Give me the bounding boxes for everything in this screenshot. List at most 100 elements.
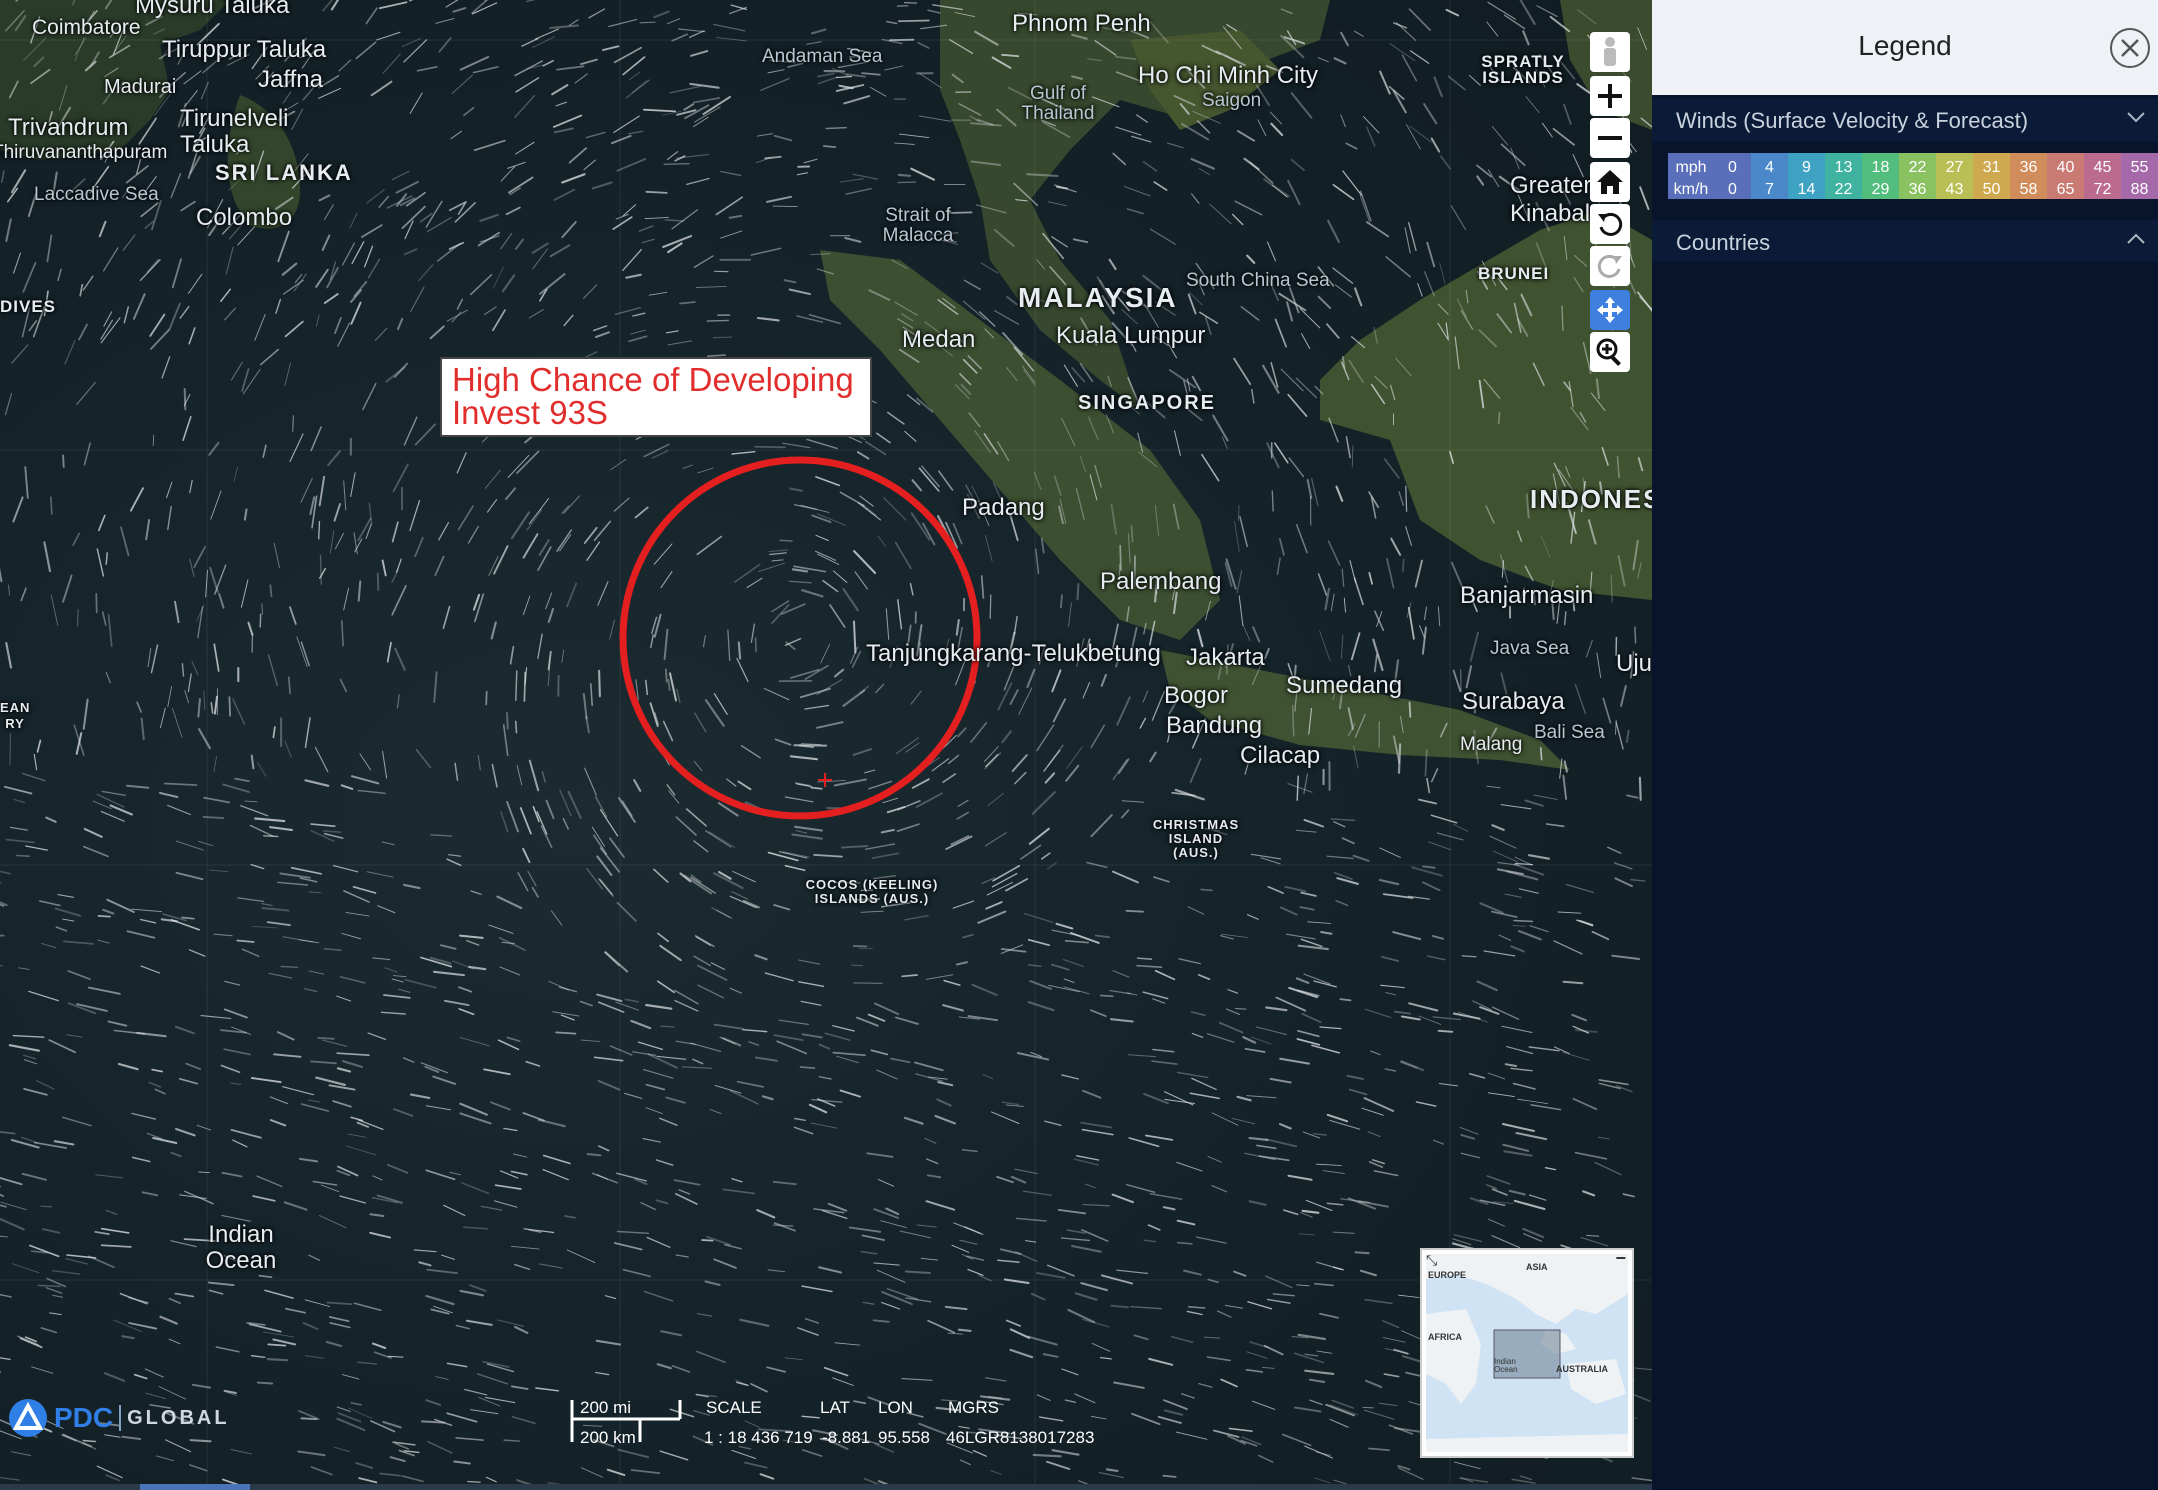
wind-streak	[208, 1289, 224, 1295]
place-label: Madurai	[104, 76, 177, 98]
wind-streak	[1027, 938, 1051, 947]
overview-collapse-button[interactable]: −	[1615, 1248, 1626, 1269]
wind-streak	[1437, 606, 1441, 627]
wind-streak	[983, 746, 999, 763]
wind-streak	[391, 568, 399, 583]
wind-streak	[528, 497, 550, 525]
wind-streak	[1405, 485, 1408, 512]
wind-streak	[942, 1004, 964, 1012]
wind-streak	[168, 1338, 181, 1345]
wind-streak	[1432, 935, 1445, 940]
wind-streak	[843, 95, 871, 105]
wind-streak	[472, 66, 499, 74]
crosshair-marker	[818, 773, 832, 787]
zoom-out-button[interactable]	[1590, 118, 1630, 158]
wind-streak	[341, 932, 362, 940]
wind-streak	[1139, 717, 1147, 729]
place-label: Jaffna	[258, 66, 323, 93]
redo-view-button[interactable]	[1590, 246, 1630, 286]
overview-map[interactable]: EUROPE ASIA AFRICA Indian Ocean AUSTRALI…	[1420, 1248, 1634, 1458]
storm-highlight-circle	[619, 456, 981, 820]
wind-streak	[729, 987, 742, 994]
wind-streak	[1402, 558, 1405, 573]
wind-streak	[105, 672, 111, 684]
map-view[interactable]: Mysuru Taluka Coimbatore Tiruppur Taluka…	[0, 0, 1652, 1490]
bottom-tab-indicator[interactable]	[140, 1484, 250, 1490]
wind-streak	[261, 603, 264, 615]
wind-streak	[488, 924, 514, 934]
wind-streak	[1363, 1409, 1395, 1420]
wind-streak	[1240, 306, 1260, 321]
overview-label: AFRICA	[1428, 1332, 1462, 1342]
wind-streak	[178, 1077, 199, 1085]
wind-streak	[1423, 606, 1428, 621]
wind-streak	[1611, 954, 1641, 960]
wind-streak	[713, 1023, 744, 1030]
wind-streak	[1542, 122, 1553, 138]
wind-streak	[764, 972, 794, 982]
wind-streak	[1362, 1406, 1374, 1409]
wind-streak	[336, 1067, 352, 1073]
wind-streak	[1379, 70, 1391, 95]
wind-streak	[886, 806, 906, 814]
pan-tool-button[interactable]	[1590, 290, 1630, 330]
wind-streak	[1176, 1219, 1196, 1226]
wind-streak	[1090, 1415, 1107, 1420]
wind-streak	[1091, 1342, 1111, 1352]
wind-streak	[1408, 701, 1412, 718]
wind-streak	[1001, 1101, 1019, 1106]
wind-streak	[377, 905, 396, 914]
wind-streak	[1080, 1121, 1113, 1129]
wind-streak	[1255, 1026, 1287, 1036]
wind-streak	[1432, 1016, 1461, 1021]
wind-streak	[1234, 1007, 1247, 1010]
zoom-in-button[interactable]	[1590, 76, 1630, 116]
street-view-button[interactable]	[1590, 32, 1630, 72]
place-label: Bandung	[1166, 712, 1263, 739]
wind-streak	[1476, 980, 1498, 992]
wind-streak	[1154, 969, 1176, 981]
wind-streak	[517, 872, 529, 892]
wind-streak	[0, 1177, 23, 1186]
home-button[interactable]	[1590, 162, 1630, 202]
overview-expand-icon[interactable]: ⤡	[1426, 1252, 1437, 1269]
wind-scale-value: 31	[1983, 159, 2001, 176]
legend-section-winds[interactable]: Winds (Surface Velocity & Forecast)	[1652, 98, 2158, 142]
legend-section-countries[interactable]: Countries	[1652, 220, 2158, 262]
wind-streak	[8, 1044, 40, 1052]
wind-streak	[1373, 653, 1378, 673]
wind-streak	[624, 1092, 643, 1099]
wind-streak	[339, 976, 366, 984]
wind-streak	[1426, 241, 1436, 268]
wind-streak	[378, 195, 390, 208]
wind-streak	[693, 760, 703, 772]
wind-streak	[232, 698, 246, 725]
place-label: SPRATLY ISLANDS	[1481, 52, 1565, 87]
wind-streak	[106, 898, 135, 913]
wind-streak	[1390, 537, 1402, 556]
wind-streak	[310, 1466, 333, 1476]
wind-streak	[242, 368, 261, 395]
legend-close-button[interactable]	[2110, 28, 2150, 68]
wind-streak	[1116, 1269, 1148, 1274]
wind-streak	[232, 1139, 248, 1148]
wind-streak	[1296, 1284, 1310, 1287]
wind-streak	[170, 1151, 182, 1158]
wind-streak	[1189, 1092, 1220, 1100]
wind-streak	[822, 579, 839, 593]
wind-scale-value: 43	[1946, 181, 1964, 198]
wind-streak	[1503, 1150, 1533, 1157]
wind-streak	[455, 1324, 471, 1330]
undo-view-button[interactable]	[1590, 204, 1630, 244]
wind-streak	[376, 572, 380, 591]
wind-streak	[1074, 1393, 1096, 1404]
wind-streak	[967, 1268, 984, 1276]
wind-streak	[1081, 1128, 1114, 1136]
legend-panel: Legend Winds (Surface Velocity & Forecas…	[1652, 0, 2158, 1490]
wind-streak	[515, 141, 535, 155]
overview-label: ASIA	[1526, 1262, 1548, 1272]
overview-map-canvas[interactable]	[1426, 1254, 1628, 1452]
wind-streak	[1136, 964, 1163, 969]
wind-streak	[1176, 1241, 1193, 1245]
zoom-box-button[interactable]	[1590, 332, 1630, 372]
